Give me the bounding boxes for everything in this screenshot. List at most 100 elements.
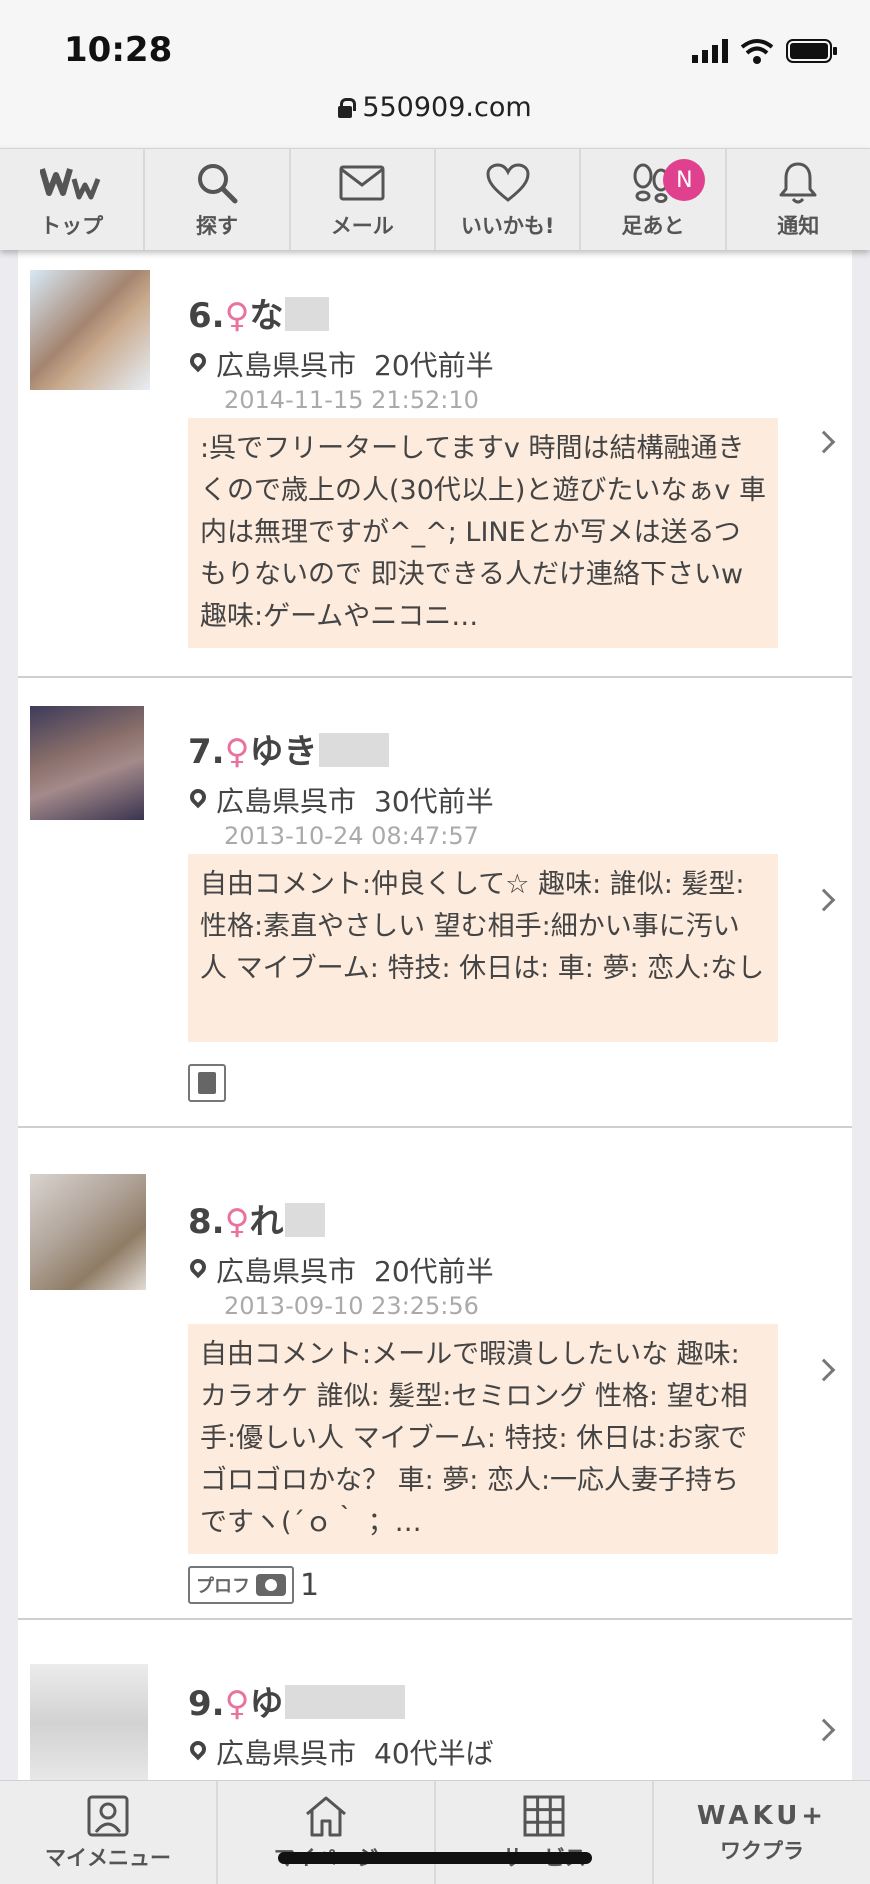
mail-icon [339,160,385,206]
location-pin-icon [190,353,206,375]
name-blur [285,297,330,331]
avatar [30,1174,146,1290]
female-icon: ♀ [224,1202,250,1242]
clock: 10:28 [64,30,173,70]
url-bar[interactable]: 550909.com [0,92,870,123]
camera-icon [256,1574,286,1596]
battery-icon [786,39,837,63]
home-icon [306,1796,346,1836]
chevron-right-icon [812,888,836,912]
avatar [30,1664,148,1780]
age-text: 20代前半 [374,1255,494,1288]
profile-title: 9.♀ゆ [188,1676,406,1725]
chevron-right-icon [812,1358,836,1382]
lock-icon [338,98,357,118]
status-bar: 10:28 550909.com [0,0,870,148]
nav-top-label: トップ [40,213,104,238]
bell-icon [778,160,818,206]
name-blur [285,1203,326,1237]
female-icon: ♀ [224,1684,250,1724]
profile-number: 7. [188,732,225,772]
status-icons [692,38,838,64]
location-text: 広島県呉市 [216,349,357,382]
profile-name: ゆ [249,1684,284,1724]
nav-like-label: いいかも! [460,213,555,238]
prof-photo-badge: プロフ [188,1566,294,1604]
name-blur [285,1685,406,1719]
profile-card[interactable]: 6.♀な 広島県呉市 20代前半 2014-11-15 21:52:10 :呉で… [18,250,852,678]
profile-card[interactable]: 8.♀れ 広島県呉市 20代前半 2013-09-10 23:25:56 自由コ… [18,1128,852,1620]
top-nav: トップ 探す メール いいかも! N 足あと 通知 [0,148,870,250]
profile-card-icon [87,1795,129,1836]
home-indicator[interactable] [278,1852,592,1864]
nav-like[interactable]: いいかも! [436,149,582,250]
nav-search[interactable]: 探す [145,149,291,250]
photo-count: 1 [300,1567,320,1603]
profile-title: 6.♀な [188,288,330,337]
age-text: 30代前半 [374,785,494,818]
location-pin-icon [190,789,206,811]
location-text: 広島県呉市 [216,1737,357,1770]
nav-footprints-label: 足あと [621,213,685,238]
name-blur [319,733,390,767]
nav-mail[interactable]: メール [291,149,436,250]
profile-photo-tag: プロフ 1 [188,1566,319,1604]
profile-number: 8. [188,1202,225,1242]
age-text: 40代半ば [374,1737,494,1770]
location-text: 広島県呉市 [216,785,357,818]
heart-icon [486,160,530,206]
profile-card[interactable]: 9.♀ゆ 広島県呉市 40代半ば [18,1620,852,1780]
profile-name: れ [249,1202,284,1242]
profile-title: 7.♀ゆき [188,724,390,773]
waku-plus-logo: WAKU+ [696,1800,828,1831]
diary-icon [188,1064,226,1102]
profile-number: 6. [188,296,225,336]
bnav-wakupura[interactable]: WAKU+ ワクプラ [654,1781,870,1884]
location-text: 広島県呉市 [216,1255,357,1288]
female-icon: ♀ [224,296,250,336]
nav-top[interactable]: トップ [0,149,146,250]
post-date: 2014-11-15 21:52:10 [224,386,479,414]
profile-card[interactable]: 7.♀ゆき 広島県呉市 30代前半 2013-10-24 08:47:57 自由… [18,678,852,1128]
prof-label: プロフ [196,1576,250,1597]
comment-box: 自由コメント:メールで暇潰ししたいな 趣味:カラオケ 誰似: 髪型:セミロング … [188,1324,778,1554]
location-row: 広島県呉市 30代前半 [190,780,494,820]
nav-notifications[interactable]: 通知 [727,149,870,250]
profile-title: 8.♀れ [188,1194,326,1243]
nav-search-label: 探す [195,213,238,238]
post-date: 2013-09-10 23:25:56 [224,1292,479,1320]
location-row: 広島県呉市 20代前半 [190,1250,494,1290]
signal-icon [692,39,728,63]
bnav-wakupura-label: ワクプラ [720,1838,804,1863]
avatar [30,706,144,820]
new-badge: N [663,159,706,201]
age-text: 20代前半 [374,349,494,382]
location-row: 広島県呉市 20代前半 [190,344,494,384]
comment-box: :呉でフリーターしてますv 時間は結構融通きくので歳上の人(30代以上)と遊びた… [188,418,778,648]
location-pin-icon [190,1259,206,1281]
url-text: 550909.com [362,92,532,123]
comment-box: 自由コメント:仲良くして☆ 趣味: 誰似: 髪型: 性格:素直やさしい 望む相手… [188,854,778,1042]
chevron-right-icon [812,1718,836,1742]
chevron-right-icon [812,430,836,454]
wifi-icon [740,39,774,64]
nav-mail-label: メール [330,213,394,238]
female-icon: ♀ [224,732,250,772]
bottom-nav: マイメニュー マイページ サービス WAKU+ ワクプラ [0,1780,870,1884]
bnav-service[interactable]: サービス [436,1781,654,1884]
bnav-mypage[interactable]: マイページ [218,1781,436,1884]
nav-notifications-label: 通知 [777,213,820,238]
grid-icon [523,1795,565,1836]
ww-logo-icon [39,160,104,206]
location-pin-icon [190,1741,206,1763]
nav-footprints[interactable]: N 足あと [581,149,727,250]
search-icon [195,160,239,206]
bnav-mymenu-label: マイメニュー [45,1845,171,1870]
bnav-mymenu[interactable]: マイメニュー [0,1781,218,1884]
profile-number: 9. [188,1684,225,1724]
profile-name: ゆき [249,732,318,772]
avatar [30,270,150,390]
location-row: 広島県呉市 40代半ば [190,1732,494,1772]
profile-list: 6.♀な 広島県呉市 20代前半 2014-11-15 21:52:10 :呉で… [18,250,852,1780]
profile-name: な [249,296,284,336]
